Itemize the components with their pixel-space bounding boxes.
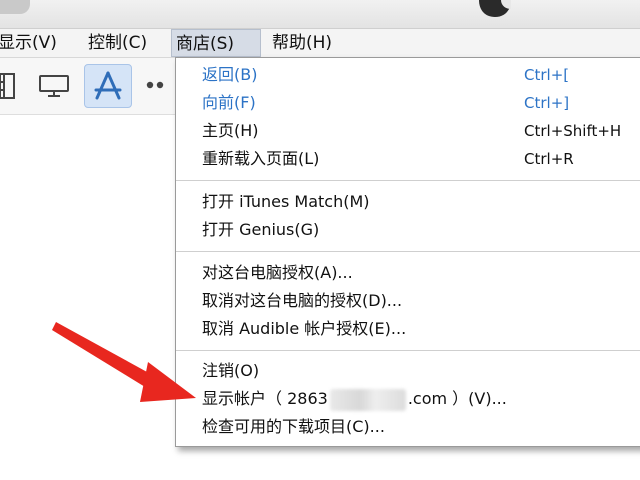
menu-item-reload[interactable]: 重新载入页面(L) Ctrl+R xyxy=(176,145,640,173)
menu-item-label: 向前(F) xyxy=(202,93,256,112)
menu-item-label: 取消对这台电脑的授权(D)... xyxy=(202,291,403,310)
menu-item-label: 注销(O) xyxy=(202,361,260,380)
menu-help[interactable]: 帮助(H) xyxy=(268,29,336,57)
menu-item-genius[interactable]: 打开 Genius(G) xyxy=(176,216,640,244)
menu-item-label: 对这台电脑授权(A)... xyxy=(202,263,353,282)
menu-item-shortcut: Ctrl+R xyxy=(524,150,574,168)
menu-item-itunes-match[interactable]: 打开 iTunes Match(M) xyxy=(176,188,640,216)
menu-item-label: 重新载入页面(L) xyxy=(202,149,320,168)
menu-separator xyxy=(176,350,640,351)
menu-item-label: 取消 Audible 帐户授权(E)... xyxy=(202,319,407,338)
menu-item-label: 检查可用的下载项目(C)... xyxy=(202,417,385,436)
menu-item-authorize-computer[interactable]: 对这台电脑授权(A)... xyxy=(176,259,640,287)
menu-view[interactable]: 显示(V) xyxy=(0,29,61,57)
menu-separator xyxy=(176,251,640,252)
menu-item-label: 打开 iTunes Match(M) xyxy=(202,192,370,211)
film-icon[interactable] xyxy=(0,72,16,100)
store-dropdown-menu: 返回(B) Ctrl+[ 向前(F) Ctrl+] 主页(H) Ctrl+Shi… xyxy=(175,57,640,447)
redacted-email-blur xyxy=(329,388,406,411)
menu-item-home[interactable]: 主页(H) Ctrl+Shift+H xyxy=(176,117,640,145)
menu-item-label: 显示帐户（ 2863 .com ）(V)... xyxy=(202,385,507,413)
account-label-suffix: .com ）(V)... xyxy=(407,389,507,408)
more-dots-icon[interactable] xyxy=(146,80,168,90)
menu-item-check-downloads[interactable]: 检查可用的下载项目(C)... xyxy=(176,413,640,441)
menu-item-sign-out[interactable]: 注销(O) xyxy=(176,357,640,385)
menu-item-label: 打开 Genius(G) xyxy=(202,220,320,239)
menu-item-label: 主页(H) xyxy=(202,121,259,140)
menu-store[interactable]: 商店(S) xyxy=(171,29,261,57)
menu-item-shortcut: Ctrl+[ xyxy=(524,66,570,84)
menu-item-deauthorize-audible[interactable]: 取消 Audible 帐户授权(E)... xyxy=(176,315,640,343)
app-store-icon xyxy=(94,71,122,100)
menu-item-shortcut: Ctrl+] xyxy=(524,94,570,112)
menu-item-forward[interactable]: 向前(F) Ctrl+] xyxy=(176,89,640,117)
menu-item-shortcut: Ctrl+Shift+H xyxy=(524,122,622,140)
app-store-tab[interactable] xyxy=(84,64,132,108)
account-label-prefix: 显示帐户（ 2863 xyxy=(202,389,328,408)
window-control-fragment xyxy=(0,0,30,14)
apple-logo-icon xyxy=(479,0,511,17)
menu-item-label: 返回(B) xyxy=(202,65,258,84)
menu-item-view-account[interactable]: 显示帐户（ 2863 .com ）(V)... xyxy=(176,385,640,413)
menu-separator xyxy=(176,180,640,181)
menu-item-back[interactable]: 返回(B) Ctrl+[ xyxy=(176,61,640,89)
title-bar xyxy=(0,0,640,29)
menu-bar: 显示(V) 控制(C) 商店(S) 帮助(H) xyxy=(0,29,640,58)
monitor-icon[interactable] xyxy=(38,74,70,98)
menu-controls[interactable]: 控制(C) xyxy=(84,29,151,57)
menu-item-deauthorize-computer[interactable]: 取消对这台电脑的授权(D)... xyxy=(176,287,640,315)
